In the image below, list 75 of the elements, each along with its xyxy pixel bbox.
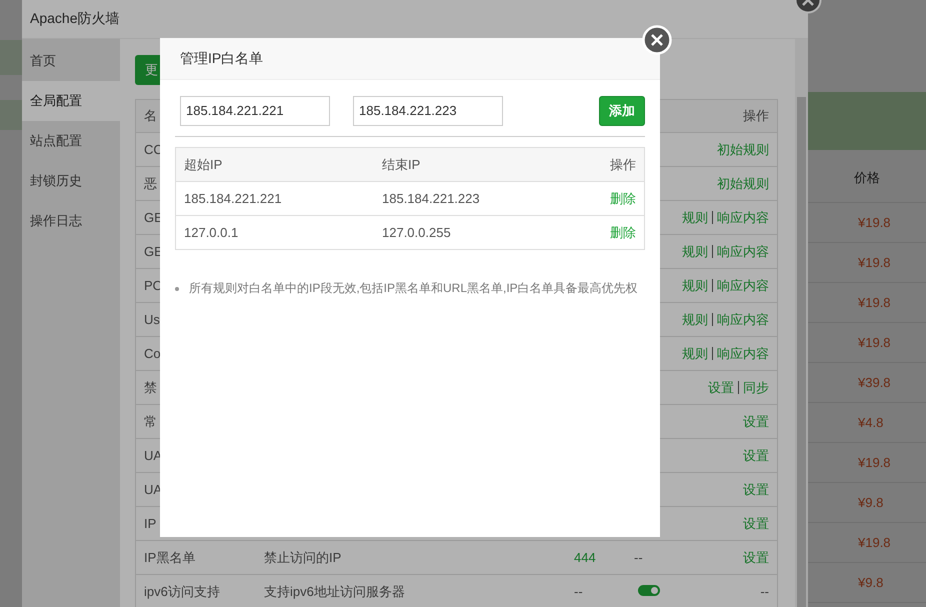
action-link[interactable]: 响应内容 <box>717 276 769 294</box>
table-cell: -- <box>574 584 583 599</box>
table-cell: 禁止访问的IP <box>264 550 342 564</box>
end-ip-field[interactable]: 185.184.221.223 <box>353 96 503 126</box>
sidebar-item[interactable]: 操作日志 <box>22 201 120 241</box>
action-link[interactable]: 设置 <box>743 480 769 498</box>
dialog-title: 管理IP白名单 <box>180 50 264 68</box>
toggle-switch[interactable] <box>638 585 660 596</box>
sidebar-item[interactable]: 封锁历史 <box>22 161 120 201</box>
table-cell: ipv6访问支持 <box>144 584 220 598</box>
column-header: 操作 <box>743 107 769 125</box>
table-cell: 支持ipv6地址访问服务器 <box>264 584 405 598</box>
action-link[interactable]: 规则 <box>682 310 708 328</box>
price-text: ¥9.8 <box>858 495 884 510</box>
separator <box>738 381 739 394</box>
table-cell: IP <box>144 516 156 531</box>
action-link[interactable]: 响应内容 <box>717 242 769 260</box>
table-cell: 恶 <box>144 176 157 190</box>
separator <box>712 279 713 292</box>
table-cell: 常 <box>144 414 157 428</box>
action-link[interactable]: 设置 <box>743 446 769 464</box>
add-button[interactable]: 添加 <box>599 96 645 126</box>
table-cell: 禁 <box>144 380 157 394</box>
action-link[interactable]: 初始规则 <box>717 174 769 192</box>
action-link[interactable]: 设置 <box>708 378 734 396</box>
column-header: 操作 <box>610 156 636 174</box>
price-text: ¥19.8 <box>858 535 891 550</box>
action-link[interactable]: 规则 <box>682 208 708 226</box>
action-link[interactable]: 设置 <box>743 412 769 430</box>
table-cell-text: 185.184.221.223 <box>382 191 481 206</box>
table-cell-text: 185.184.221.221 <box>184 191 283 206</box>
scrollbar[interactable] <box>795 39 808 607</box>
price-text: ¥9.8 <box>858 575 884 590</box>
action-link[interactable]: 响应内容 <box>717 310 769 328</box>
start-ip-field[interactable]: 185.184.221.221 <box>180 96 330 126</box>
action-link[interactable]: 规则 <box>682 242 708 260</box>
table-cell: -- <box>634 550 643 565</box>
action-link[interactable]: 规则 <box>682 276 708 294</box>
action-link[interactable]: 响应内容 <box>717 208 769 226</box>
action-link[interactable]: 响应内容 <box>717 344 769 362</box>
table-cell: 444 <box>574 550 596 565</box>
price-text: ¥19.8 <box>858 335 891 350</box>
separator <box>712 313 713 326</box>
bullet-icon <box>175 286 179 290</box>
column-header: 价格 <box>854 169 880 187</box>
action-link[interactable]: 设置 <box>743 514 769 532</box>
sidebar-item[interactable]: 全局配置 <box>22 81 120 121</box>
column-header: 结束IP <box>382 156 422 174</box>
table-cell-text: 127.0.0.255 <box>382 225 452 240</box>
separator <box>712 347 713 360</box>
window-title: Apache防火墙 <box>30 10 120 28</box>
table-cell-text: 127.0.0.1 <box>184 225 240 240</box>
action-link[interactable]: 同步 <box>743 378 769 396</box>
sidebar-item[interactable]: 站点配置 <box>22 121 120 161</box>
price-text: ¥19.8 <box>858 455 891 470</box>
note-text: 所有规则对白名单中的IP段无效,包括IP黑名单和URL黑名单,IP白名单具备最高优先权 <box>189 280 638 297</box>
price-text: ¥4.8 <box>858 415 884 430</box>
price-text: ¥19.8 <box>858 255 891 270</box>
separator <box>712 245 713 258</box>
price-text: ¥19.8 <box>858 215 891 230</box>
sidebar-item[interactable]: 首页 <box>22 41 120 81</box>
action-link[interactable]: 初始规则 <box>717 140 769 158</box>
delete-link[interactable]: 删除 <box>610 190 636 208</box>
price-text: ¥19.8 <box>858 295 891 310</box>
table-cell: IP黑名单 <box>144 550 196 564</box>
column-header: 超始IP <box>184 156 224 174</box>
action-link[interactable]: 设置 <box>743 548 769 566</box>
separator <box>712 211 713 224</box>
column-header: 名 <box>144 108 157 123</box>
table-cell: Co <box>144 346 161 361</box>
price-text: ¥39.8 <box>858 375 891 390</box>
delete-link[interactable]: 删除 <box>610 224 636 242</box>
table-cell: -- <box>760 584 769 599</box>
action-link[interactable]: 规则 <box>682 344 708 362</box>
table-cell: Us <box>144 312 160 327</box>
